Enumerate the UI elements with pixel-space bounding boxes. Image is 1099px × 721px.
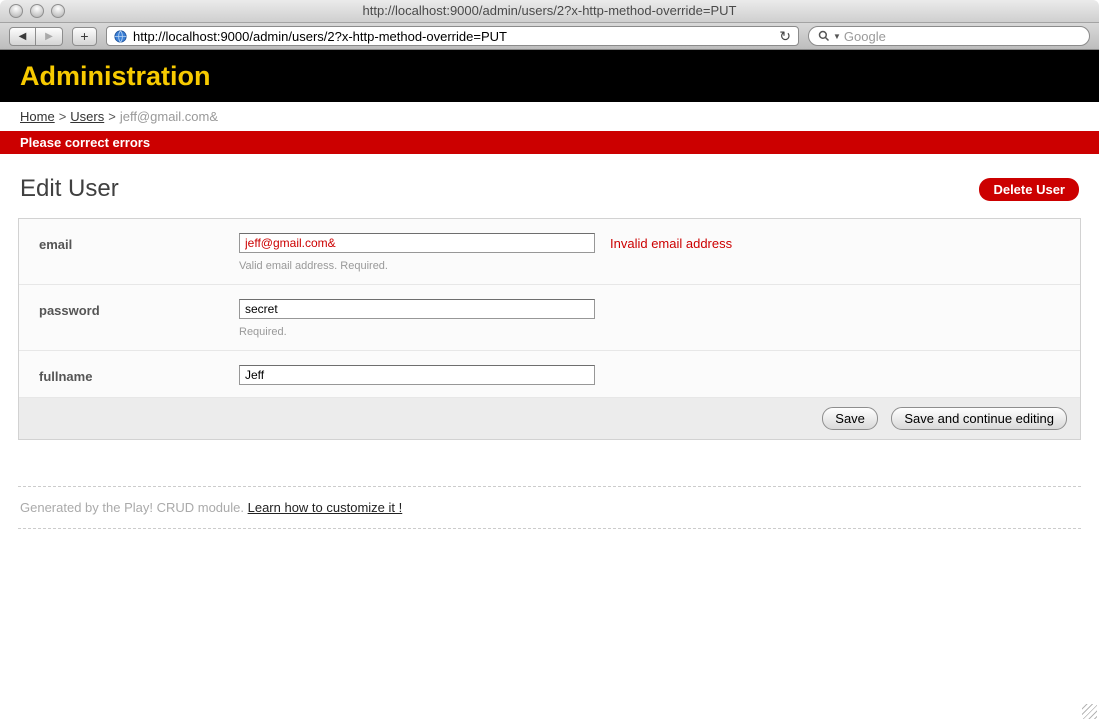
url-text[interactable]: http://localhost:9000/admin/users/2?x-ht… (133, 29, 773, 44)
fullname-label: fullname (39, 365, 239, 385)
new-tab-button[interactable]: + (72, 27, 97, 46)
footer-customize-link[interactable]: Learn how to customize it ! (248, 500, 403, 515)
nav-buttons: ◀ ▶ (9, 27, 63, 46)
browser-toolbar: ◀ ▶ + http://localhost:9000/admin/users/… (0, 23, 1099, 50)
email-input[interactable] (239, 233, 595, 253)
breadcrumb-current-item: jeff@gmail.com& (120, 109, 218, 124)
page-footer: Generated by the Play! CRUD module. Lear… (18, 486, 1081, 529)
close-window-icon[interactable] (9, 4, 23, 18)
breadcrumb-separator: > (59, 109, 67, 124)
fullname-input[interactable] (239, 365, 595, 385)
forward-button[interactable]: ▶ (36, 27, 63, 46)
email-control: Invalid email address Valid email addres… (239, 233, 732, 272)
breadcrumb-separator: > (108, 109, 116, 124)
password-field-row: password Required. (19, 285, 1080, 351)
search-icon (818, 30, 830, 42)
page-title: Edit User (20, 175, 119, 203)
password-input[interactable] (239, 299, 595, 319)
window-resize-grip[interactable] (1082, 704, 1097, 719)
main-content: Edit User Delete User email Invalid emai… (0, 175, 1099, 529)
search-options-chevron-icon[interactable]: ▼ (833, 32, 841, 41)
window-titlebar: http://localhost:9000/admin/users/2?x-ht… (0, 0, 1099, 23)
save-button[interactable]: Save (822, 407, 878, 430)
window-controls (9, 4, 65, 18)
edit-user-form: email Invalid email address Valid email … (18, 218, 1081, 440)
search-input[interactable]: ▼ Google (808, 26, 1090, 46)
back-button[interactable]: ◀ (9, 27, 36, 46)
password-help-text: Required. (239, 326, 595, 338)
reload-icon[interactable]: ↻ (779, 27, 791, 45)
globe-favicon-icon (114, 30, 127, 43)
email-help-text: Valid email address. Required. (239, 260, 732, 272)
password-label: password (39, 299, 239, 338)
browser-window: http://localhost:9000/admin/users/2?x-ht… (0, 0, 1099, 721)
fullname-field-row: fullname (19, 351, 1080, 398)
page-header: Edit User Delete User (18, 175, 1081, 203)
fullname-control (239, 365, 595, 385)
form-actions: Save Save and continue editing (19, 398, 1080, 439)
email-label: email (39, 233, 239, 272)
minimize-window-icon[interactable] (30, 4, 44, 18)
breadcrumb-home-link[interactable]: Home (20, 109, 55, 124)
url-field[interactable]: http://localhost:9000/admin/users/2?x-ht… (106, 26, 799, 46)
breadcrumb-users-link[interactable]: Users (70, 109, 104, 124)
error-banner: Please correct errors (0, 131, 1099, 154)
admin-header: Administration (0, 50, 1099, 102)
search-placeholder: Google (844, 29, 886, 44)
save-continue-button[interactable]: Save and continue editing (891, 407, 1067, 430)
zoom-window-icon[interactable] (51, 4, 65, 18)
breadcrumb: Home>Users>jeff@gmail.com& (0, 102, 1099, 131)
email-error-message: Invalid email address (610, 236, 732, 251)
password-control: Required. (239, 299, 595, 338)
window-title: http://localhost:9000/admin/users/2?x-ht… (0, 0, 1099, 22)
footer-text: Generated by the Play! CRUD module. (20, 500, 248, 515)
admin-title: Administration (0, 61, 211, 92)
delete-user-button[interactable]: Delete User (979, 178, 1079, 201)
email-field-row: email Invalid email address Valid email … (19, 219, 1080, 285)
